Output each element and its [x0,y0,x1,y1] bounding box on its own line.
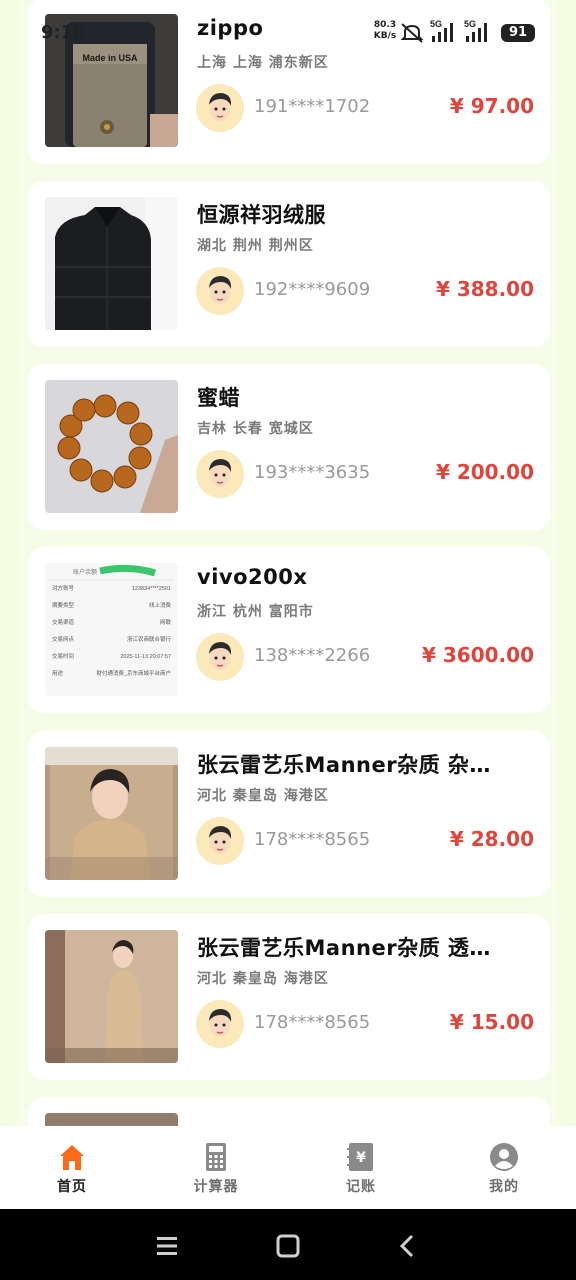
receipt-label: 交易网点 [52,635,75,643]
avatar[interactable] [196,633,244,681]
listing-price: ¥ 200.00 [435,460,534,484]
receipt-label: 对方账号 [52,584,75,592]
listing-image [45,380,178,513]
listing-card[interactable]: 蜜蜡 吉林 长春 宽城区 193****3635 ¥ 200.00 [28,364,550,530]
listing-price: ¥ 388.00 [435,277,534,301]
listing-phone: 138****2266 [254,645,371,666]
listing-card[interactable]: 恒源祥羽绒服 湖北 荆州 荆州区 192****9609 ¥ 388.00 [28,181,550,347]
avatar[interactable] [196,450,244,498]
listing-location: 河北 秦皇岛 海港区 [197,788,329,804]
listing-phone: 178****8565 [254,1012,371,1033]
receipt-value: 2025-11-13 20:07:57 [120,654,171,660]
receipt-label: 摘要类型 [52,601,75,609]
listing-location: 河北 秦皇岛 海港区 [197,971,329,987]
tab-home[interactable]: 首页 [17,1126,127,1209]
ledger-icon: ¥ [347,1143,373,1171]
receipt-value: 网联 [160,618,172,626]
listing-title: 张云雷艺乐Manner杂质 杂… [197,753,491,777]
listing-location: 湖北 荆州 荆州区 [197,238,314,254]
receipt-value: 财付通消费_京东商城平台商户 [96,669,171,677]
back-icon[interactable] [391,1229,425,1263]
listing-card[interactable]: 账户余额 对方账号 123834****2501 摘要类型 线上消费 交易渠道 … [28,547,550,713]
listing-location: 上海 上海 浦东新区 [197,55,329,71]
listing-price: ¥ 15.00 [449,1010,534,1034]
listing-price: ¥ 3600.00 [422,643,534,667]
avatar[interactable] [196,267,244,315]
thumb-caption: Made in USA [82,53,138,63]
receipt-heading: 账户余额 [73,568,97,576]
listing-image [45,197,178,330]
svg-text:¥: ¥ [356,1150,366,1166]
receipt-value: 浙江农商联合银行 [127,635,172,643]
avatar[interactable] [196,84,244,132]
listing-image: 账户余额 对方账号 123834****2501 摘要类型 线上消费 交易渠道 … [45,563,178,696]
calculator-icon [206,1143,226,1171]
listing-phone: 193****3635 [254,462,371,483]
avatar[interactable] [196,1000,244,1048]
listing-location: 浙江 杭州 富阳市 [197,604,314,620]
listing-feed[interactable]: Made in USA zippo 上海 上海 浦东新区 191****1702… [18,0,558,1126]
listing-image: Made in USA [45,14,178,147]
tab-label: 首页 [57,1179,87,1195]
listing-image [45,930,178,1063]
listing-image [45,747,178,880]
system-nav-bar [0,1209,576,1280]
listing-card[interactable]: 张云雷艺乐Manner杂质 透… 河北 秦皇岛 海港区 178****8565 … [28,914,550,1080]
listing-price: ¥ 97.00 [449,94,534,118]
listing-image [45,1113,178,1126]
menu-icon[interactable] [150,1229,184,1263]
listing-phone: 191****1702 [254,96,371,117]
listing-title: vivo200x [197,565,308,589]
tab-calculator[interactable]: 计算器 [161,1126,271,1209]
avatar[interactable] [196,817,244,865]
receipt-label: 交易渠道 [52,618,75,626]
listing-title: 蜜蜡 [197,386,240,410]
tab-label: 我的 [489,1179,519,1195]
home-icon [60,1145,84,1170]
listing-phone: 192****9609 [254,279,371,300]
listing-title: 恒源祥羽绒服 [197,203,326,227]
listing-phone: 178****8565 [254,829,371,850]
tab-label: 计算器 [193,1179,239,1195]
listing-location: 吉林 长春 宽城区 [197,421,314,437]
listing-card[interactable]: Made in USA zippo 上海 上海 浦东新区 191****1702… [28,0,550,164]
tab-profile[interactable]: 我的 [449,1126,559,1209]
receipt-value: 线上消费 [149,601,172,609]
profile-icon [490,1143,518,1171]
tab-label: 记账 [346,1179,376,1195]
listing-price: ¥ 28.00 [449,827,534,851]
listing-card[interactable]: 张云雷艺乐Manner杂质 杂… 河北 秦皇岛 海港区 178****8565 … [28,731,550,897]
listing-card[interactable] [28,1097,550,1126]
receipt-value: 123834****2501 [132,586,171,592]
receipt-label: 交易时间 [52,652,74,660]
home-button-icon[interactable] [271,1229,305,1263]
tab-ledger[interactable]: ¥ 记账 [306,1126,416,1209]
receipt-label: 用途 [52,669,64,677]
bottom-tab-bar: 首页 计算器 ¥ 记账 我的 [0,1126,576,1209]
listing-title: 张云雷艺乐Manner杂质 透… [197,936,491,960]
listing-title: zippo [197,16,264,40]
